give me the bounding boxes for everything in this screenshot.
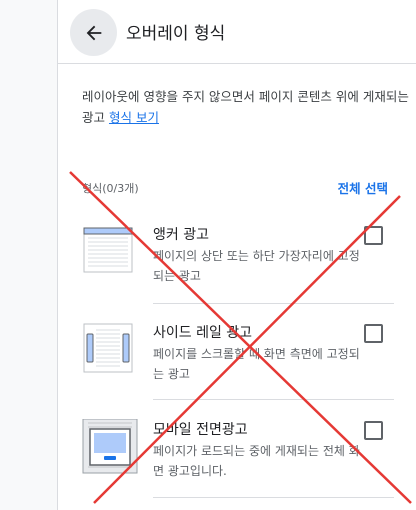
arrow-back-icon <box>86 25 101 40</box>
divider <box>153 303 394 304</box>
mobile-interstitial-ad-icon <box>82 419 138 474</box>
side-rail-ad-checkbox[interactable] <box>364 324 383 343</box>
overlay-formats-panel: 오버레이 형식 레이아웃에 영향을 주지 않으면서 페이지 콘텐츠 위에 게재되… <box>57 0 416 510</box>
format-desc: 페이지를 스크롤할 때 화면 측면에 고정되는 광고 <box>153 347 360 381</box>
format-description: 레이아웃에 영향을 주지 않으면서 페이지 콘텐츠 위에 게재되는 광고 형식 … <box>82 86 412 128</box>
format-desc: 페이지가 로드되는 중에 게재되는 전체 화면 광고입니다. <box>153 444 360 478</box>
formats-count-label: 형식(0/3개) <box>82 182 139 195</box>
format-title: 사이드 레일 광고 <box>153 325 253 341</box>
panel-header: 오버레이 형식 <box>58 0 416 64</box>
select-all-button[interactable]: 전체 선택 <box>338 178 388 197</box>
page-title: 오버레이 형식 <box>126 24 226 44</box>
mobile-interstitial-checkbox[interactable] <box>364 421 383 440</box>
format-title: 모바일 전면광고 <box>153 422 248 438</box>
format-item-side-rail[interactable]: 사이드 레일 광고 페이지를 스크롤할 때 화면 측면에 고정되는 광고 <box>82 322 394 402</box>
side-rail-ad-icon <box>83 323 133 373</box>
format-item-interstitial[interactable]: 모바일 전면광고 페이지가 로드되는 중에 게재되는 전체 화면 광고입니다. <box>82 419 394 499</box>
left-rail <box>0 0 57 510</box>
divider <box>153 399 394 400</box>
anchor-ad-checkbox[interactable] <box>364 226 383 245</box>
back-button[interactable] <box>70 9 117 56</box>
divider <box>153 497 394 498</box>
format-item-anchor[interactable]: 앵커 광고 페이지의 상단 또는 하단 가장자리에 고정되는 광고 <box>82 224 394 304</box>
anchor-ad-icon <box>83 227 133 273</box>
format-desc: 페이지의 상단 또는 하단 가장자리에 고정되는 광고 <box>153 249 360 283</box>
view-formats-link[interactable]: 형식 보기 <box>109 110 159 125</box>
format-title: 앵커 광고 <box>153 227 209 243</box>
